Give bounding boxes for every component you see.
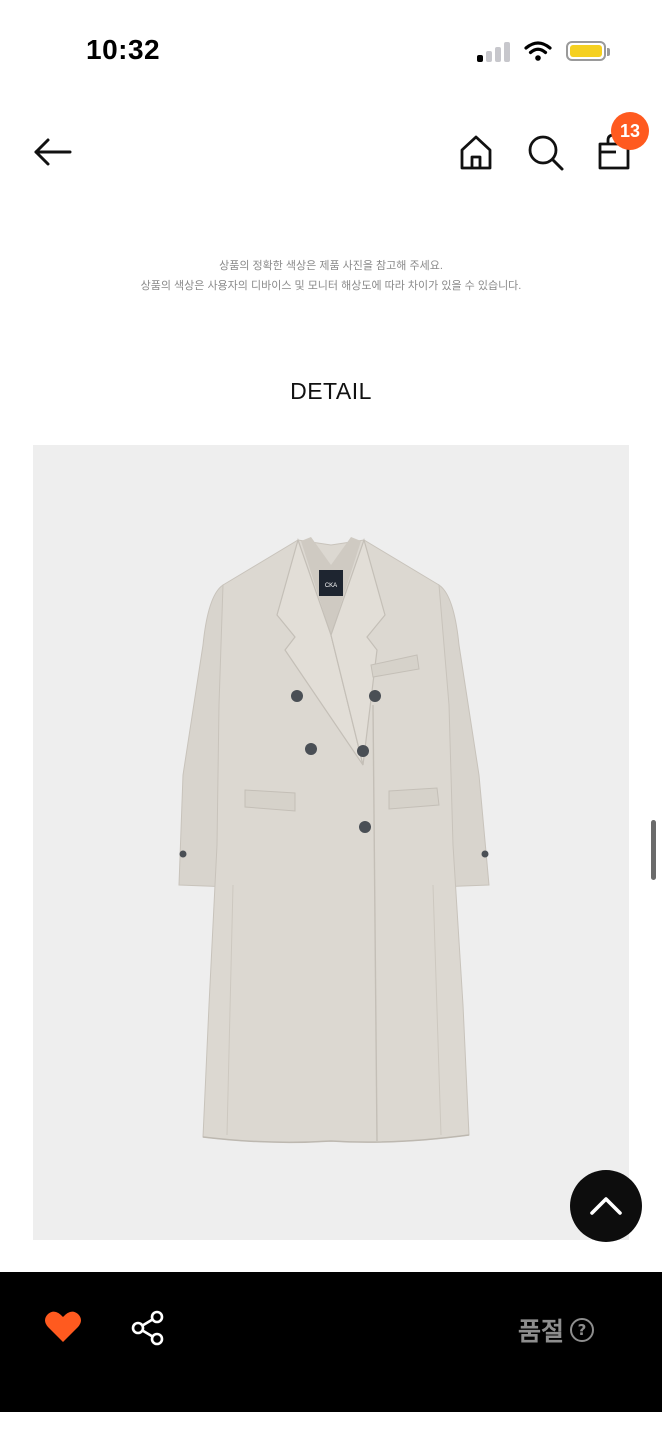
detail-section-title: DETAIL — [290, 378, 372, 404]
search-icon[interactable] — [523, 130, 567, 174]
scrollbar[interactable] — [651, 820, 656, 880]
status-icons — [477, 40, 610, 62]
svg-text:CKA: CKA — [325, 583, 337, 589]
chevron-up-icon — [590, 1197, 622, 1215]
sold-out-status[interactable]: 품절 ? — [518, 1312, 594, 1348]
question-mark-icon[interactable]: ? — [570, 1318, 594, 1342]
coat-button — [305, 743, 317, 755]
share-icon[interactable] — [130, 1310, 166, 1346]
product-image: CKA — [33, 445, 629, 1240]
coat-button — [291, 690, 303, 702]
cart-count-badge: 13 — [611, 112, 649, 150]
back-arrow-icon[interactable] — [30, 130, 76, 174]
bottom-action-bar: 품절 ? — [0, 1272, 662, 1412]
battery-icon — [566, 41, 610, 61]
coat-button — [359, 821, 371, 833]
coat-button — [369, 690, 381, 702]
sold-out-label: 품절 — [517, 1317, 564, 1346]
color-notice: 상품의 정확한 색상은 제품 사진을 참고해 주세요. 상품의 색상은 사용자의… — [0, 256, 662, 296]
status-time: 10:32 — [86, 34, 161, 65]
color-notice-line1: 상품의 정확한 색상은 제품 사진을 참고해 주세요. — [219, 260, 443, 272]
wifi-icon — [524, 41, 552, 61]
coat-button — [357, 745, 369, 757]
cellular-signal-icon — [477, 40, 510, 62]
product-detail-page: 10:32 13 상품의 정확한 색상은 제품 사진을 참고해 주세요. 상품의… — [0, 0, 662, 1440]
color-notice-line2: 상품의 색상은 사용자의 디바이스 및 모니터 해상도에 따라 차이가 있을 수… — [140, 280, 522, 292]
coat-illustration: CKA — [178, 537, 490, 1144]
heart-icon[interactable] — [44, 1310, 82, 1344]
home-icon[interactable] — [454, 130, 498, 174]
scroll-to-top-button[interactable] — [570, 1170, 642, 1242]
